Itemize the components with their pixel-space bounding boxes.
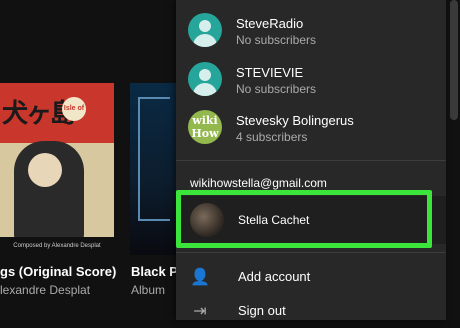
channel-item-stevievie[interactable]: STEVIEVIE No subscribers [188,62,438,102]
card1-subtitle: lexandre Desplat [0,283,91,297]
panel-divider [176,252,446,253]
default-avatar-icon [188,13,222,47]
sign-out-icon: ⇥ [193,303,207,320]
channel-subscribers: 4 subscribers [236,130,308,144]
account-switcher-panel: SteveRadio No subscribers STEVIEVIE No s… [176,0,446,320]
sign-out-button[interactable]: ⇥ Sign out [176,294,446,328]
channel-name: SteveRadio [236,16,304,31]
add-account-button[interactable]: 👤 Add account [176,260,446,294]
panel-divider [176,160,446,161]
card1-title[interactable]: gs (Original Score) [0,264,116,279]
album-art-tower [138,97,170,221]
add-person-icon: 👤 [190,269,210,286]
page-scrollbar[interactable] [450,0,458,120]
album-art-credit: Composed by Alexandre Desplat [0,237,114,255]
channel-name: STEVIEVIE [236,65,304,80]
channel-subscribers: No subscribers [236,82,317,96]
channel-subscribers: No subscribers [236,33,317,47]
album-art-black-panther[interactable] [130,83,176,255]
sign-out-label: Sign out [238,303,286,318]
album-art-isle-of-dogs[interactable]: 犬ヶ島 Isle of Dogs Composed by Alexandre D… [0,83,114,255]
add-account-label: Add account [238,269,311,284]
channel-item-stevesky-bolingerus[interactable]: wiki How Stevesky Bolingerus 4 subscribe… [188,110,438,150]
highlight-box [176,190,432,248]
album-art-badge: Isle of Dogs [62,97,86,136]
card2-subtitle: Album [131,283,166,297]
channel-item-steveradio[interactable]: SteveRadio No subscribers [188,13,438,53]
wikihow-avatar-icon: wiki How [188,110,222,144]
channel-name: Stevesky Bolingerus [236,113,354,128]
account-email: wikihowstella@gmail.com [190,176,327,190]
default-avatar-icon [188,62,222,96]
album-art-face [28,153,62,187]
